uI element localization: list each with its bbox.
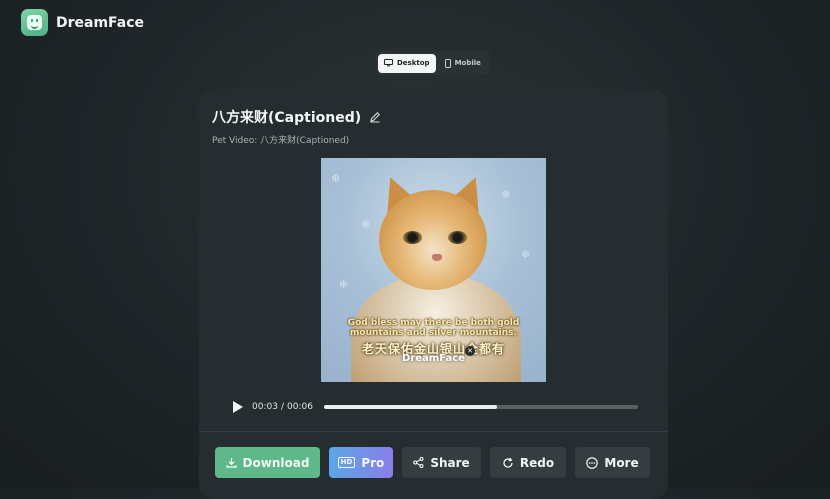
watermark: DreamFace — [402, 353, 465, 364]
mobile-icon — [444, 58, 451, 68]
progress-bar[interactable] — [324, 405, 638, 409]
toggle-mobile[interactable]: Mobile — [438, 54, 488, 73]
video-player-controls: 00:03/00:06 — [233, 400, 641, 414]
video-title: 八方来财(Captioned) — [212, 110, 362, 126]
video-card: 八方来财(Captioned) Pet Video: 八方来财(Captione… — [199, 89, 668, 499]
brand-name: DreamFace — [56, 14, 145, 31]
edit-pencil-icon[interactable] — [369, 111, 381, 123]
redo-icon — [503, 457, 513, 468]
toggle-desktop-label: Desktop — [397, 59, 430, 67]
pro-button[interactable]: HD Pro — [329, 447, 393, 478]
dreamface-logo-icon — [21, 9, 48, 36]
progress-fill — [324, 405, 497, 409]
desktop-icon — [384, 59, 393, 67]
share-icon — [413, 457, 424, 468]
play-icon[interactable] — [233, 401, 243, 413]
toggle-desktop[interactable]: Desktop — [378, 53, 436, 73]
brand[interactable]: DreamFace — [21, 9, 144, 36]
divider — [199, 431, 668, 432]
view-toggle: Desktop Mobile — [376, 51, 490, 75]
redo-button[interactable]: Redo — [490, 447, 566, 478]
video-preview[interactable]: ❄ ❄ ❄ ❄ ❄ God bless may there be both go… — [321, 158, 546, 382]
more-dots-icon — [586, 456, 599, 469]
toggle-mobile-label: Mobile — [454, 59, 481, 67]
playback-time: 00:03/00:06 — [252, 402, 313, 412]
action-bar: Download HD Pro Share Redo More — [215, 447, 650, 478]
download-icon — [225, 458, 237, 468]
more-button[interactable]: More — [575, 447, 650, 478]
download-button[interactable]: Download — [215, 447, 320, 478]
cat-image — [379, 190, 487, 290]
hd-badge: HD — [337, 457, 356, 468]
caption-english: God bless may there be both gold mountai… — [347, 318, 520, 338]
video-subtitle: Pet Video: 八方来财(Captioned) — [212, 136, 350, 146]
share-button[interactable]: Share — [402, 447, 481, 478]
